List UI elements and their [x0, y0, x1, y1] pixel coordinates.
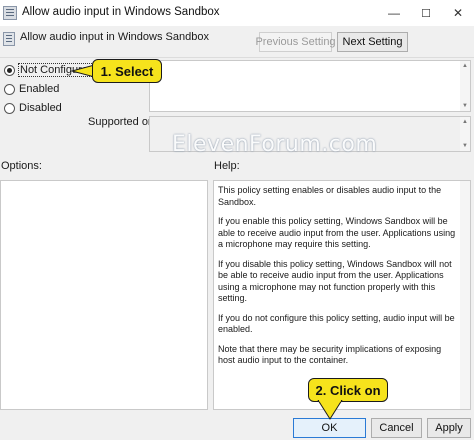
help-scrollbar[interactable]	[460, 181, 470, 409]
help-paragraph: If you disable this policy setting, Wind…	[218, 258, 452, 304]
apply-button[interactable]: Apply	[427, 418, 471, 438]
previous-setting-button[interactable]: Previous Setting	[255, 32, 336, 52]
callout-arrow-icon	[317, 400, 343, 420]
policy-icon	[3, 6, 17, 20]
options-pane	[0, 180, 208, 410]
watermark: ElevenForum.com	[172, 132, 378, 157]
comment-scrollbar[interactable]: ▲ ▼	[460, 61, 470, 111]
scroll-down-icon[interactable]: ▼	[460, 142, 470, 150]
radio-button[interactable]	[4, 83, 15, 95]
help-paragraph: If you enable this policy setting, Windo…	[218, 216, 456, 249]
scroll-up-icon[interactable]: ▲	[460, 118, 470, 126]
policy-icon	[3, 32, 15, 46]
callout-step2: 2. Click on	[308, 378, 388, 402]
comment-textarea[interactable]: ▲ ▼	[149, 60, 471, 112]
radio-enabled[interactable]: Enabled	[4, 83, 59, 95]
supported-scrollbar[interactable]: ▲ ▼	[460, 117, 470, 151]
next-setting-button[interactable]: Next Setting	[337, 32, 408, 52]
help-paragraph: If you do not configure this policy sett…	[218, 312, 455, 335]
header-divider	[0, 57, 474, 58]
close-button[interactable]: ✕	[442, 0, 474, 26]
help-paragraph: This policy setting enables or disables …	[218, 185, 442, 207]
help-label: Help:	[214, 160, 240, 172]
help-paragraph: Note that there may be security implicat…	[218, 343, 442, 366]
radio-label: Enabled	[19, 83, 60, 95]
supported-on-label: Supported on:	[88, 116, 158, 128]
radio-label: Disabled	[19, 102, 62, 114]
minimize-button[interactable]: —	[378, 0, 410, 26]
options-label: Options:	[1, 160, 42, 172]
callout-step1: 1. Select	[92, 59, 162, 83]
title-bar: Allow audio input in Windows Sandbox — ☐…	[0, 0, 474, 26]
policy-header: Allow audio input in Windows Sandbox Pre…	[0, 26, 474, 56]
ok-button[interactable]: OK	[293, 418, 366, 438]
policy-name: Allow audio input in Windows Sandbox	[20, 31, 209, 43]
radio-button[interactable]	[4, 64, 15, 76]
scroll-down-icon[interactable]: ▼	[460, 102, 470, 110]
maximize-button[interactable]: ☐	[410, 0, 442, 26]
radio-button[interactable]	[4, 102, 15, 114]
help-pane: This policy setting enables or disables …	[213, 180, 471, 410]
radio-disabled[interactable]: Disabled	[4, 102, 62, 114]
scroll-up-icon[interactable]: ▲	[460, 62, 470, 70]
window-title: Allow audio input in Windows Sandbox	[22, 6, 220, 18]
cancel-button[interactable]: Cancel	[371, 418, 422, 438]
